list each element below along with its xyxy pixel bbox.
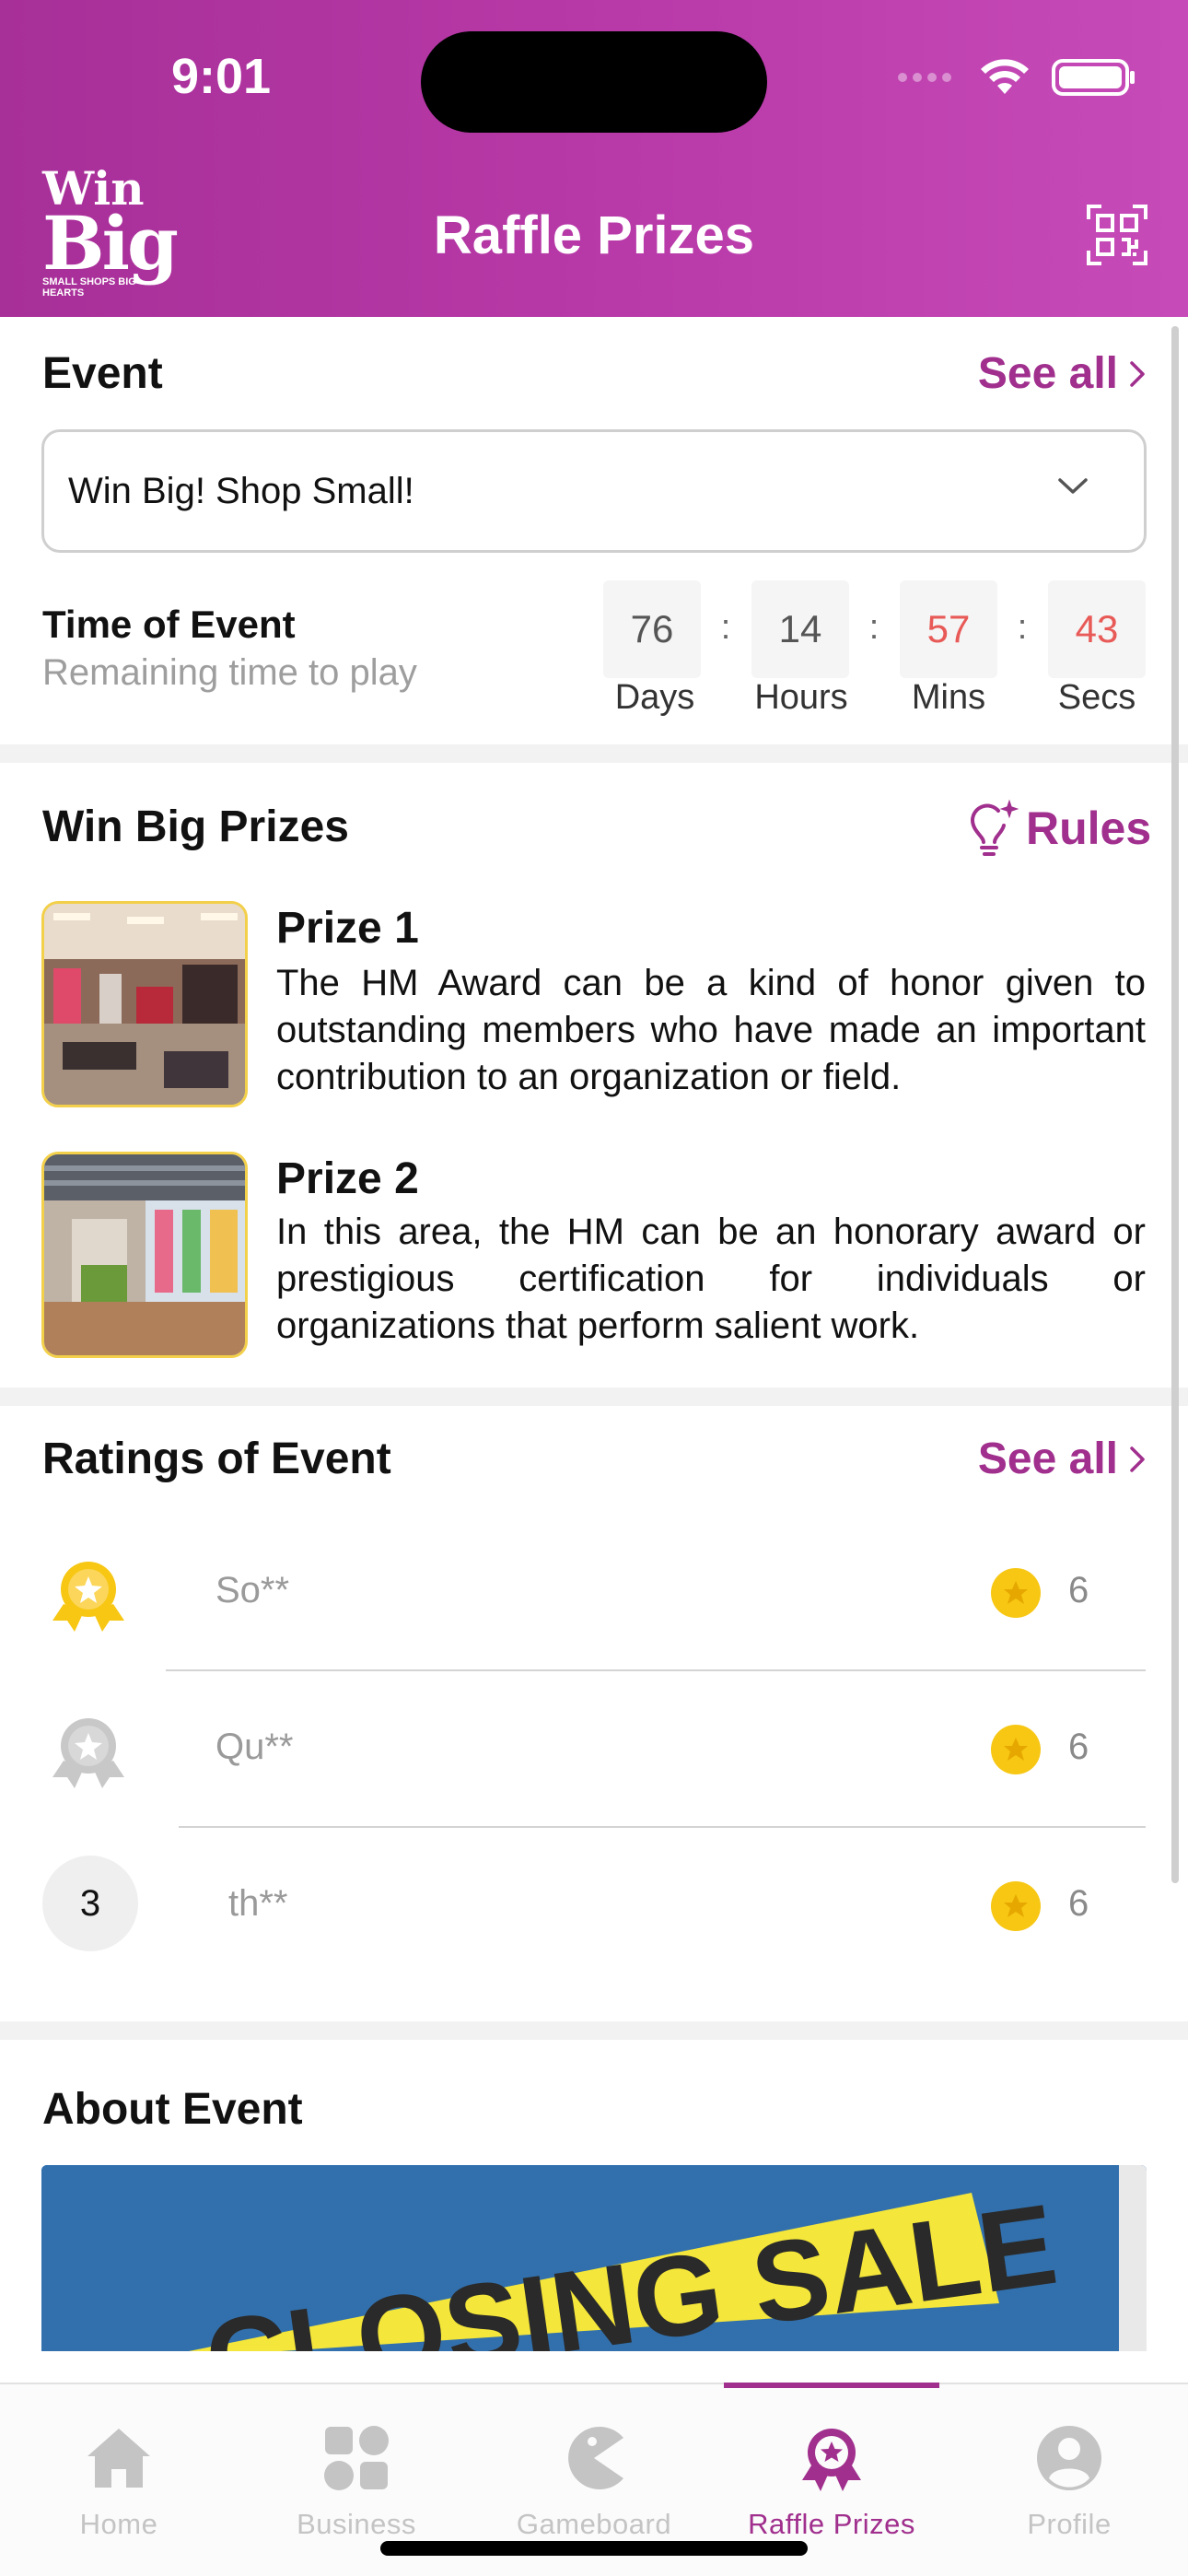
countdown-hours-value: 14 <box>751 580 849 678</box>
rating-3-name: th** <box>228 1883 288 1924</box>
prize-1-description: The HM Award can be a kind of honor give… <box>276 963 1146 1097</box>
coin-icon <box>991 1725 1041 1774</box>
prize-2-description: In this area, the HM can be an honorary … <box>276 1212 1146 1346</box>
event-select-value: Win Big! Shop Small! <box>68 471 414 511</box>
wifi-icon <box>981 59 1029 94</box>
rules-button[interactable]: Rules <box>958 796 1151 861</box>
countdown-secs-label: Secs <box>1057 678 1136 717</box>
about-section-title: About Event <box>42 2085 303 2134</box>
section-divider <box>0 1388 1188 1406</box>
time-of-event-subtitle: Remaining time to play <box>42 652 417 693</box>
about-event-banner: CLOSING SALE <box>41 2165 1147 2351</box>
row-divider <box>179 1826 1146 1828</box>
tab-business[interactable]: Business <box>238 2421 475 2550</box>
silver-medal-icon <box>52 1718 124 1788</box>
time-of-event-label: Time of Event <box>42 603 296 646</box>
gold-medal-icon <box>52 1562 124 1632</box>
prize-1-title: Prize 1 <box>276 904 419 953</box>
home-icon <box>87 2429 150 2488</box>
chevron-down-icon <box>1058 478 1088 494</box>
rating-3-score: 6 <box>1068 1883 1089 1924</box>
app-header: 9:01 Win Big SMALL SHOPS BIG HEARTS Raff… <box>0 0 1188 317</box>
page-title: Raffle Prizes <box>433 205 755 265</box>
rank-2-medal <box>42 1704 134 1797</box>
countdown-days-label: Days <box>614 678 695 717</box>
tab-raffle-prizes-label: Raffle Prizes <box>748 2508 915 2540</box>
tab-home[interactable]: Home <box>0 2421 238 2550</box>
countdown-secs-value: 43 <box>1048 580 1146 678</box>
coin-icon <box>991 1568 1041 1618</box>
signal-icon <box>898 73 951 82</box>
prize-2-title: Prize 2 <box>276 1154 419 1203</box>
prize-1-image[interactable] <box>41 901 248 1107</box>
countdown-separator: : <box>868 608 879 647</box>
countdown-separator: : <box>720 608 731 647</box>
rating-1-name: So** <box>215 1570 290 1610</box>
scrollbar[interactable] <box>1171 326 1179 1883</box>
prize-2-image[interactable] <box>41 1152 248 1358</box>
section-divider <box>0 2021 1188 2040</box>
tab-home-label: Home <box>79 2508 158 2540</box>
countdown-days-value: 76 <box>603 580 701 678</box>
section-divider <box>0 744 1188 763</box>
event-see-all-link[interactable]: See all <box>978 348 1146 399</box>
countdown-separator: : <box>1017 608 1028 647</box>
see-all-label: See all <box>977 1434 1118 1483</box>
dynamic-island <box>421 31 767 133</box>
countdown-hours-label: Hours <box>754 678 848 717</box>
tab-raffle-prizes[interactable]: Raffle Prizes <box>713 2421 950 2550</box>
lightbulb-sparkle-icon <box>970 799 1019 856</box>
prizes-section-title: Win Big Prizes <box>42 802 349 851</box>
logo-tagline: SMALL SHOPS BIG HEARTS <box>42 276 136 299</box>
event-select[interactable]: Win Big! Shop Small! <box>41 429 1147 553</box>
chevron-right-icon <box>1130 360 1145 387</box>
see-all-label: See all <box>977 349 1118 398</box>
countdown-mins-value: 57 <box>900 580 997 678</box>
event-section-title: Event <box>42 349 163 398</box>
pacman-icon <box>568 2427 623 2489</box>
rating-1-score: 6 <box>1068 1570 1089 1610</box>
coin-icon <box>991 1881 1041 1931</box>
rank-3-badge: 3 <box>42 1856 138 1951</box>
qr-code-button[interactable] <box>1085 203 1149 267</box>
countdown-mins-label: Mins <box>911 678 986 717</box>
active-tab-indicator <box>724 2383 939 2388</box>
rating-2-name: Qu** <box>215 1727 294 1767</box>
award-icon <box>802 2429 861 2491</box>
tab-gameboard[interactable]: Gameboard <box>475 2421 713 2550</box>
status-time: 9:01 <box>171 49 272 104</box>
rank-1-medal <box>42 1548 134 1640</box>
ratings-see-all-link[interactable]: See all <box>978 1434 1146 1484</box>
row-divider <box>166 1669 1146 1671</box>
battery-icon <box>1052 59 1135 96</box>
rating-2-score: 6 <box>1068 1727 1089 1767</box>
home-indicator <box>380 2541 808 2556</box>
tab-business-label: Business <box>297 2508 416 2540</box>
qr-code-icon <box>1087 205 1147 265</box>
tab-profile[interactable]: Profile <box>950 2421 1188 2550</box>
tab-gameboard-label: Gameboard <box>516 2508 672 2540</box>
ratings-section-title: Ratings of Event <box>42 1434 391 1483</box>
chevron-right-icon <box>1130 1446 1145 1472</box>
rules-label: Rules <box>1026 802 1152 854</box>
tab-profile-label: Profile <box>1027 2508 1112 2540</box>
profile-icon <box>1037 2426 1101 2490</box>
grid-icon <box>324 2426 389 2490</box>
status-icons <box>897 57 1136 98</box>
